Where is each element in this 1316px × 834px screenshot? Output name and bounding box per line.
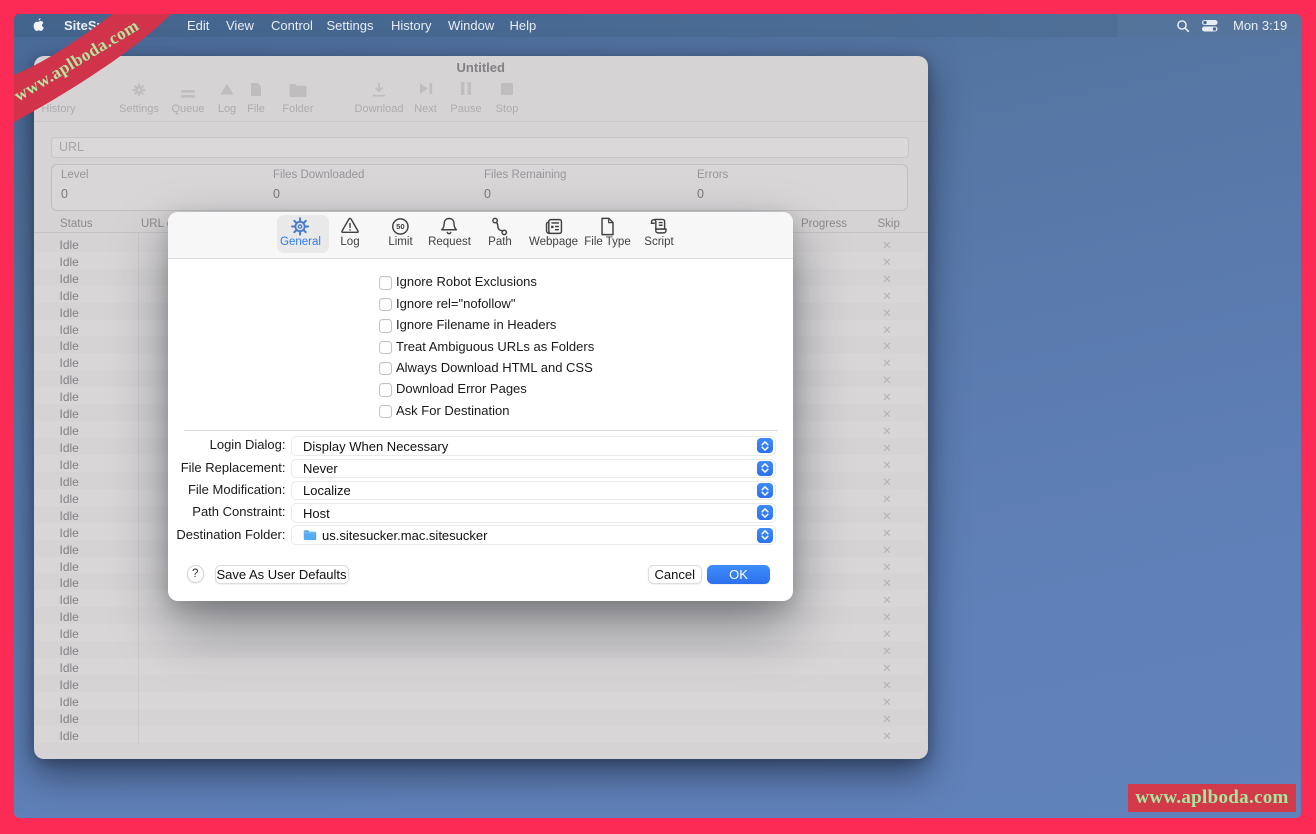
svg-text:50: 50: [396, 222, 404, 231]
svg-text:www.aplboda.com: www.aplboda.com: [14, 16, 142, 106]
